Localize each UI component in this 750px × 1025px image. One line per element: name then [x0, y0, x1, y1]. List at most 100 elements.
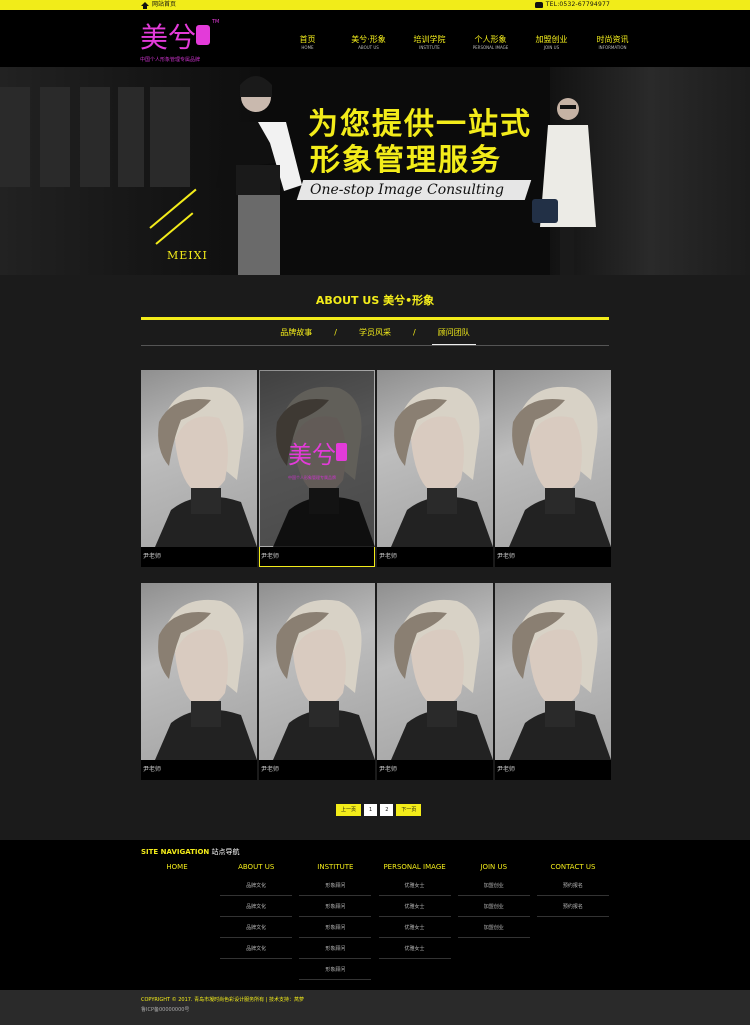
footer-nav-link[interactable]: 形象顾问: [299, 901, 372, 917]
footer-nav-column: CONTACT US 预约报名 预约报名: [536, 862, 609, 985]
footer-nav-link[interactable]: 优雅女士: [378, 922, 451, 938]
portrait-illustration: [155, 599, 257, 760]
team-member-photo: [377, 583, 493, 760]
phone-icon: [534, 2, 543, 8]
page-1-button[interactable]: 1: [364, 804, 378, 816]
site-header: 美兮 TM 中国个人形象管理专属品牌 首页 HOME 美兮·形象 ABOUT US …: [0, 10, 750, 67]
footer-nav-link[interactable]: 预约报名: [536, 880, 609, 896]
nav-information[interactable]: 时尚资讯 INFORMATION: [582, 10, 643, 67]
hero-banner: 为您提供一站式 形象管理服务 One-stop Image Consulting…: [0, 67, 750, 275]
footer-nav-link[interactable]: 优雅女士: [378, 943, 451, 959]
footer-nav-title: SITE NAVIGATION 站点导航: [141, 847, 240, 857]
footer-nav-column: PERSONAL IMAGE 优雅女士 优雅女士 优雅女士 优雅女士: [378, 862, 451, 985]
nav-label: 时尚资讯: [596, 35, 629, 44]
team-member-name: 尹老师: [497, 553, 516, 560]
footer-nav-link[interactable]: 品牌文化: [220, 922, 293, 938]
team-member-card[interactable]: 尹老师: [259, 583, 375, 780]
footer-nav-title-en: SITE NAVIGATION: [141, 848, 210, 856]
nav-home[interactable]: 首页 HOME: [277, 10, 338, 67]
footer-nav-link[interactable]: 加盟创业: [457, 901, 530, 917]
footer-nav-column: INSTITUTE 形象顾问 形象顾问 形象顾问 形象顾问 形象顾问: [299, 862, 372, 985]
team-member-name: 尹老师: [143, 766, 162, 773]
page-2-button[interactable]: 2: [380, 804, 394, 816]
footer-nav-link[interactable]: 形象顾问: [299, 880, 372, 896]
overlay-tagline: 中国个人形象管理专属品牌: [288, 475, 336, 480]
tab-brand-story[interactable]: 品牌故事: [274, 328, 318, 345]
footer-nav-link[interactable]: 加盟创业: [457, 880, 530, 896]
about-tabs: 品牌故事 / 学员风采 / 顾问团队: [141, 328, 609, 346]
portrait-illustration: [155, 386, 257, 547]
svg-text:美兮: 美兮: [140, 21, 196, 54]
main-nav: 首页 HOME 美兮·形象 ABOUT US 培训学院 INSTITUTE 个人形象 P…: [277, 10, 643, 67]
top-strip: 网站首页 TEL:0532-67794977: [0, 0, 750, 10]
footer-nav-heading[interactable]: HOME: [141, 862, 213, 872]
portrait-illustration: [391, 386, 493, 547]
nav-label: 个人形象: [474, 35, 507, 44]
footer-nav-link[interactable]: 品牌文化: [220, 880, 293, 896]
team-member-card[interactable]: 尹老师: [495, 370, 611, 567]
footer-nav-link[interactable]: 形象顾问: [299, 922, 372, 938]
footer-nav-link[interactable]: 加盟创业: [457, 922, 530, 938]
svg-text:美兮: 美兮: [288, 441, 336, 469]
footer-nav-column: JOIN US 加盟创业 加盟创业 加盟创业: [457, 862, 530, 985]
team-member-name: 尹老师: [143, 553, 162, 560]
footer-nav-heading[interactable]: INSTITUTE: [299, 862, 371, 872]
portrait-illustration: [509, 599, 611, 760]
team-member-card[interactable]: 尹老师: [141, 583, 257, 780]
footer-nav-link[interactable]: 形象顾问: [299, 964, 372, 980]
copyright-text: COPYRIGHT © 2017. 青岛市凝时尚色彩设计服务所有 | 技术支持：…: [141, 997, 304, 1003]
footer-nav-heading[interactable]: CONTACT US: [537, 862, 609, 872]
banner-headline: 为您提供一站式 形象管理服务: [308, 107, 532, 179]
svg-text:TM: TM: [211, 19, 219, 25]
team-member-card[interactable]: 美兮 中国个人形象管理专属品牌 尹老师: [259, 370, 375, 567]
team-member-card[interactable]: 尹老师: [141, 370, 257, 567]
team-member-card[interactable]: 尹老师: [377, 370, 493, 567]
team-member-card[interactable]: 尹老师: [495, 583, 611, 780]
nav-institute[interactable]: 培训学院 INSTITUTE: [399, 10, 460, 67]
footer-nav-columns: HOME ABOUT US 品牌文化 品牌文化 品牌文化 品牌文化 INSTITUTE 形象顾…: [141, 862, 609, 985]
next-page-button[interactable]: 下一页: [396, 804, 422, 816]
overlay-logo-mark: 美兮: [288, 441, 347, 469]
copyright-bar: COPYRIGHT © 2017. 青岛市凝时尚色彩设计服务所有 | 技术支持：…: [0, 990, 750, 1025]
footer-nav-link[interactable]: 品牌文化: [220, 943, 293, 959]
nav-label: 培训学院: [413, 35, 446, 44]
nav-label: 美兮·形象: [351, 35, 386, 44]
footer-nav-heading[interactable]: JOIN US: [458, 862, 530, 872]
prev-page-button[interactable]: 上一页: [336, 804, 362, 816]
footer-nav-link[interactable]: 品牌文化: [220, 901, 293, 917]
footer-nav-heading[interactable]: PERSONAL IMAGE: [379, 862, 451, 872]
portrait-illustration: [509, 386, 611, 547]
footer-nav-link[interactable]: 优雅女士: [378, 901, 451, 917]
portrait-illustration: [273, 599, 375, 760]
team-member-card[interactable]: 尹老师: [377, 583, 493, 780]
icp-number: 鲁ICP备00000000号: [141, 1007, 190, 1013]
tab-separator: /: [334, 328, 337, 337]
banner-headline-line-2: 形象管理服务: [310, 143, 502, 178]
logo-tagline: 中国个人形象管理专属品牌: [140, 57, 201, 63]
home-link[interactable]: 网站首页: [141, 1, 176, 9]
team-member-photo: [141, 370, 257, 547]
left-model-figure: [216, 76, 302, 275]
home-link-label: 网站首页: [152, 1, 177, 8]
tab-consultant-team[interactable]: 顾问团队: [431, 328, 476, 345]
footer-nav-link[interactable]: 优雅女士: [378, 880, 451, 896]
team-member-photo: [259, 583, 375, 760]
footer-nav-link[interactable]: 预约报名: [536, 901, 609, 917]
footer-nav-heading[interactable]: ABOUT US: [220, 862, 292, 872]
team-member-name: 尹老师: [261, 766, 280, 773]
nav-personal-image[interactable]: 个人形象 PERSONAL IMAGE: [460, 10, 521, 67]
site-logo[interactable]: 美兮 TM 中国个人形象管理专属品牌: [140, 15, 220, 65]
nav-label: 首页: [299, 35, 316, 44]
team-member-photo: [495, 370, 611, 547]
tab-student-showcase[interactable]: 学员风采: [353, 328, 397, 345]
footer-nav-link[interactable]: 形象顾问: [299, 943, 372, 959]
nav-join-us[interactable]: 加盟创业 JOIN US: [521, 10, 582, 67]
nav-sublabel: ABOUT US: [358, 45, 379, 50]
nav-about[interactable]: 美兮·形象 ABOUT US: [338, 10, 399, 67]
team-member-photo: [495, 583, 611, 760]
portrait-illustration: [391, 599, 493, 760]
phone-number: TEL:0532-67794977: [545, 1, 610, 8]
team-member-photo: [377, 370, 493, 547]
section-title: ABOUT US 美兮•形象: [315, 294, 435, 307]
phone-contact: TEL:0532-67794977: [534, 1, 610, 9]
